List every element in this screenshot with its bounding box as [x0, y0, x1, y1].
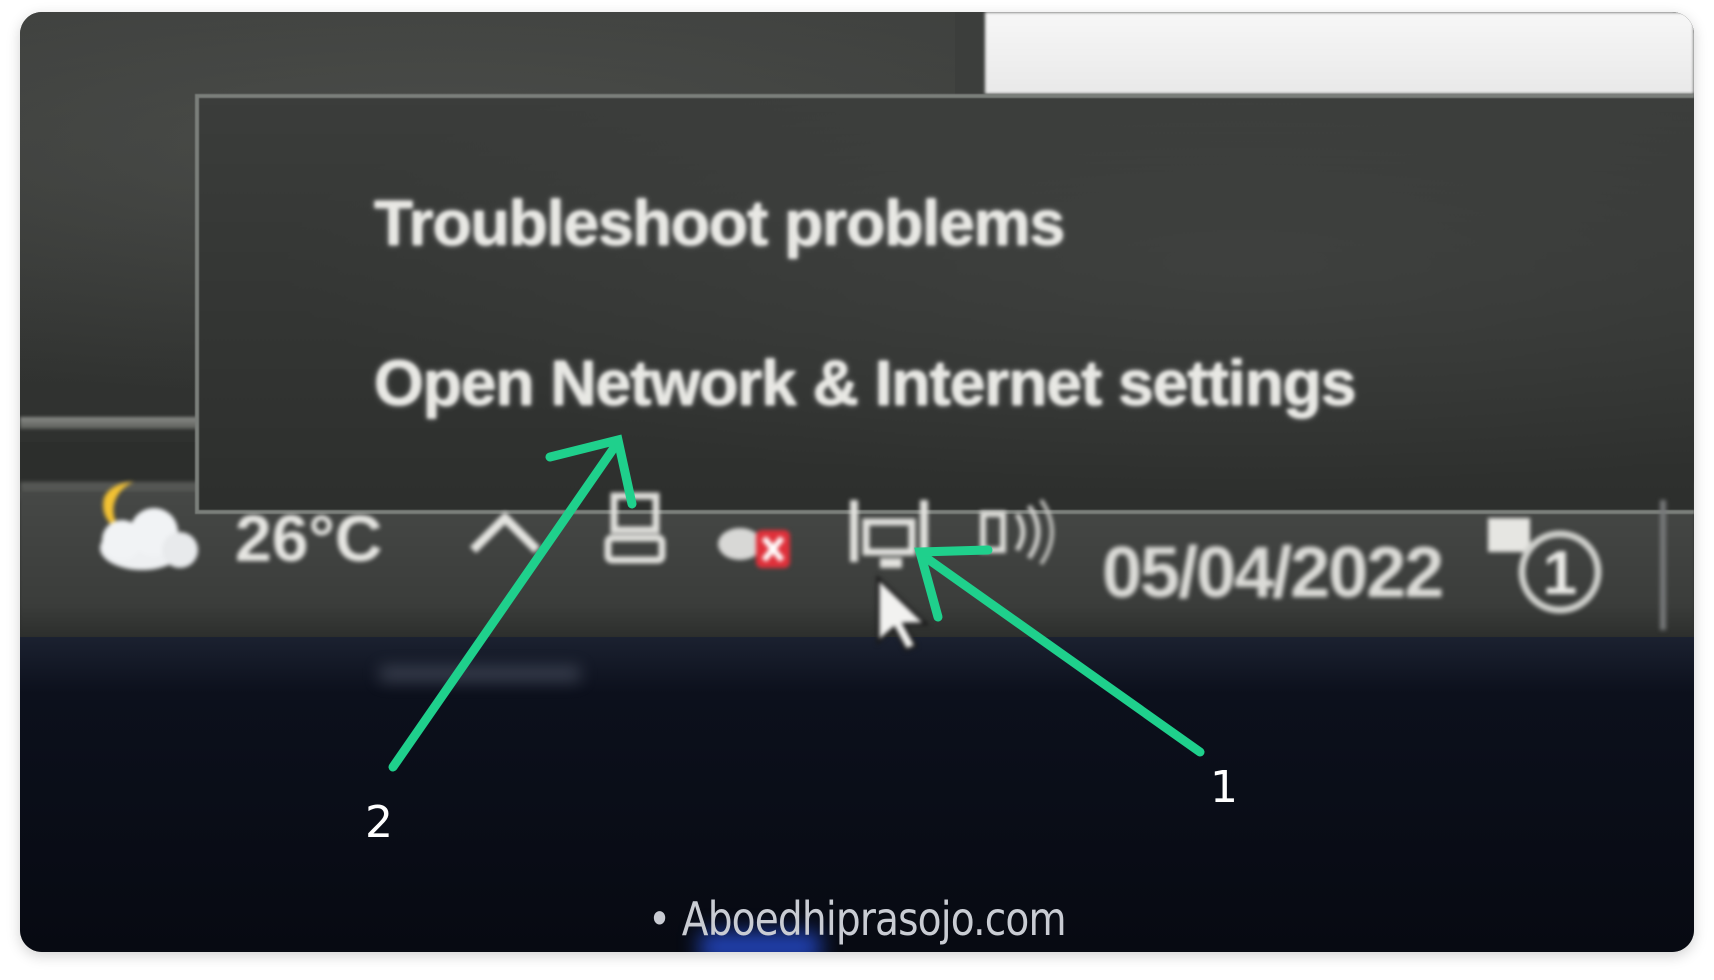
annotation-arrow-2	[388, 437, 623, 772]
annotation-label-1: 1	[1210, 762, 1238, 813]
watermark-text: • Aboedhiprasojo.com	[648, 892, 1067, 946]
screenshot-frame: Troubleshoot problems Open Network & Int…	[20, 12, 1694, 952]
annotation-arrow-1	[920, 552, 1205, 757]
annotation-label-2: 2	[365, 797, 393, 848]
annotation-layer	[388, 434, 1205, 772]
annotation-arrowhead-2	[545, 434, 637, 509]
